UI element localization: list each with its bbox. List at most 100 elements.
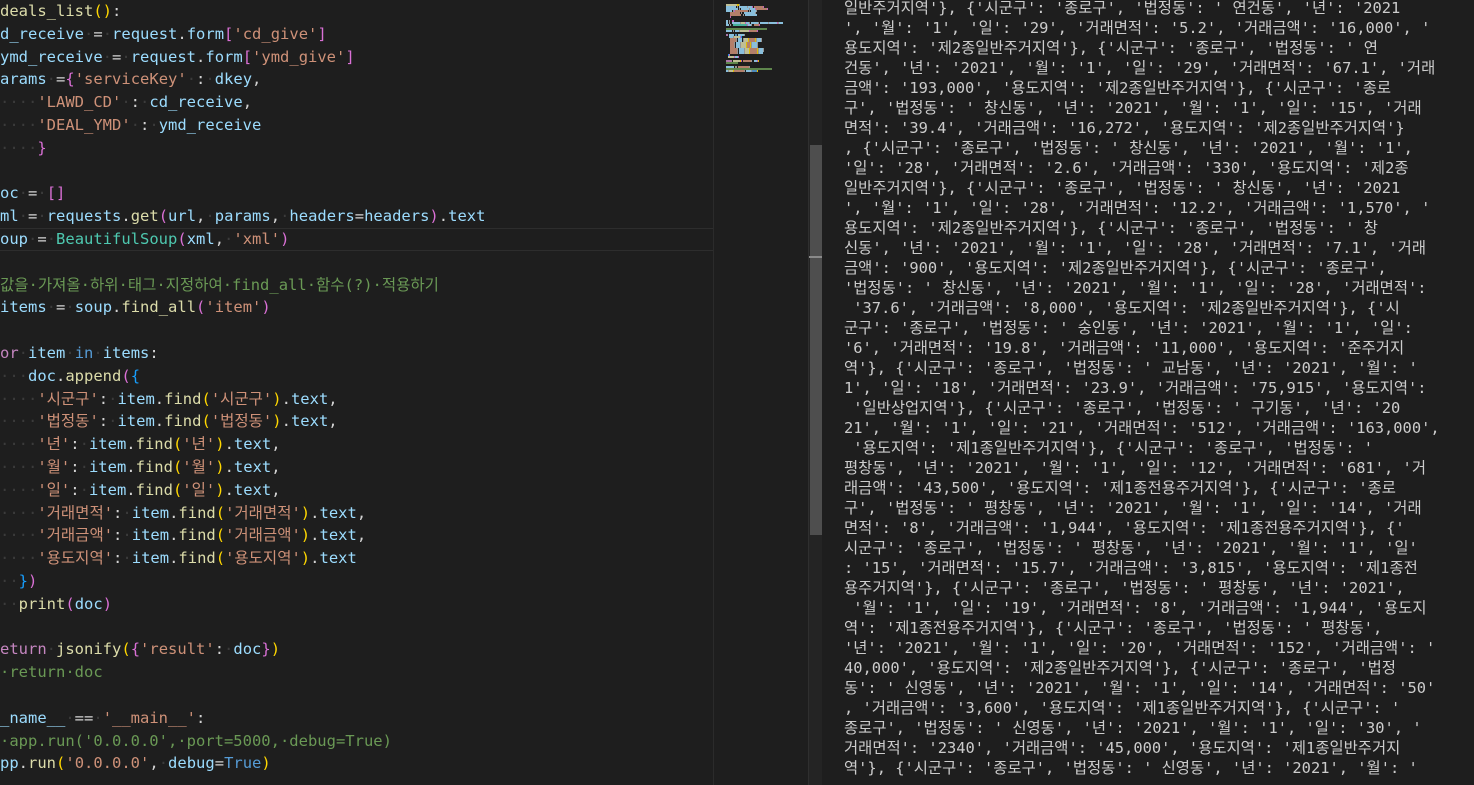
code-token: eturn <box>0 640 47 659</box>
minimap-stroke <box>730 52 737 54</box>
code-token: : <box>140 116 150 134</box>
code-line[interactable]: ····} <box>0 137 47 160</box>
minimap-stroke <box>763 50 765 52</box>
code-token: · <box>37 184 47 203</box>
code-token: . <box>196 47 206 66</box>
code-token: · <box>186 70 197 89</box>
code-token: text <box>448 207 486 226</box>
code-token: item <box>131 503 170 522</box>
code-token: ) <box>300 503 311 522</box>
code-token: form <box>205 47 243 66</box>
code-token: '시군구' <box>37 389 99 408</box>
code-token: · <box>46 640 57 659</box>
code-line[interactable]: deals_list(): <box>0 0 121 23</box>
code-line[interactable]: ml·=·requests.get(url,·params,·headers=h… <box>0 205 485 228</box>
code-token: '월' <box>37 458 71 476</box>
code-line[interactable]: items·=·soup.find_all('item') <box>0 296 271 319</box>
minimap-stroke <box>768 22 777 24</box>
code-token: : <box>214 640 225 659</box>
code-line[interactable]: oc·=·[] <box>0 182 65 205</box>
code-line[interactable]: ····'용도지역':·item.find('용도지역').text <box>0 547 357 570</box>
code-token: '0.0.0.0' <box>65 754 150 773</box>
code-line[interactable]: oup·=·BeautifulSoup(xml,·'xml') <box>0 228 713 251</box>
code-token: in <box>74 344 94 362</box>
code-token: or <box>0 344 19 362</box>
minimap-stroke <box>755 8 767 10</box>
code-token: . <box>56 366 66 385</box>
code-line[interactable]: ·return·doc <box>0 661 103 684</box>
code-token: ( <box>172 458 183 476</box>
code-line[interactable]: ··}) <box>0 570 37 593</box>
code-token: jsonify <box>56 640 122 659</box>
code-line[interactable]: ····'DEAL_YMD'·:·ymd_receive <box>0 114 261 137</box>
minimap-stroke <box>750 30 757 32</box>
code-token: · <box>122 526 132 545</box>
code-line[interactable]: ····'거래금액':·item.find('거래금액').text, <box>0 524 366 547</box>
minimap-stroke <box>740 30 750 32</box>
code-token: } <box>37 138 47 157</box>
code-line[interactable]: ··print(doc) <box>0 593 112 616</box>
code-line[interactable]: ymd_receive·=·request.form['ymd_give'] <box>0 46 355 69</box>
code-line[interactable]: arams·={'serviceKey'·:·dkey, <box>0 68 261 91</box>
code-token: · <box>205 207 215 226</box>
code-line[interactable]: ····'시군구':·item.find('시군구').text, <box>0 388 338 411</box>
code-token: . <box>281 412 291 431</box>
code-token: d_receive <box>0 24 84 43</box>
code-token: ) <box>102 2 113 20</box>
code-token: , <box>328 389 338 408</box>
code-token: = <box>28 207 38 226</box>
code-line[interactable]: d_receive·=·request.form['cd_give'] <box>0 23 327 46</box>
minimap-stroke <box>742 60 752 62</box>
scrollbar-thumb[interactable] <box>810 145 822 535</box>
minimap-stroke <box>726 24 730 26</box>
code-token: · <box>224 640 234 659</box>
code-token: ···· <box>0 138 38 157</box>
code-line[interactable]: ····'년':·item.find('년').text, <box>0 433 281 456</box>
code-token: ( <box>158 207 169 226</box>
code-token: · <box>140 93 150 112</box>
code-line[interactable]: ····'일':·item.find('일').text, <box>0 479 281 502</box>
code-token: item <box>88 458 127 476</box>
code-line[interactable]: ····'법정동':·item.find('법정동').text, <box>0 410 338 433</box>
code-editor[interactable]: deals_list(): d_receive·=·request.form['c… <box>0 0 713 785</box>
code-line[interactable]: ····'월':·item.find('월').text, <box>0 456 281 479</box>
vertical-scrollbar[interactable] <box>808 0 823 785</box>
code-token: soup <box>74 298 113 317</box>
code-token: ] <box>56 184 66 203</box>
minimap-stroke <box>726 30 732 32</box>
minimap-stroke <box>732 24 747 26</box>
code-token: . <box>169 503 179 522</box>
code-line[interactable]: ····'LAWD_CD'·:·cd_receive, <box>0 91 252 114</box>
code-token: = <box>56 298 66 317</box>
code-line[interactable]: ·app.run('0.0.0.0',·port=5000,·debug=Tru… <box>0 730 392 753</box>
code-token: '용도지역' <box>225 549 301 568</box>
code-token: , <box>356 526 367 545</box>
code-token: ) <box>300 549 311 568</box>
minimap-stroke <box>733 70 744 72</box>
minimap[interactable] <box>713 0 809 785</box>
code-token: 'xml' <box>233 230 281 248</box>
code-token: headers <box>289 207 355 226</box>
code-token: deals_list <box>0 2 94 20</box>
code-token: : <box>98 389 109 408</box>
code-token: ·return·doc <box>0 663 103 682</box>
code-token: '일' <box>37 480 71 499</box>
code-token: 'cd_give' <box>233 24 318 43</box>
code-line[interactable]: eturn·jsonify({'result':·doc}) <box>0 638 280 661</box>
code-token: text <box>233 435 272 454</box>
code-token: ] <box>317 24 327 43</box>
code-line[interactable]: 값을·가져올·하위·태그·지정하여·find_all·함수(?)·적용하기 <box>0 274 439 297</box>
code-token: BeautifulSoup <box>56 230 178 248</box>
terminal-output-panel[interactable]: 일반주거지역'}, {'시군구': '종로구', '법정동': ' 연건동', … <box>822 0 1474 785</box>
code-token: url <box>168 207 197 226</box>
code-token: . <box>169 526 179 545</box>
code-line[interactable]: ····'거래면적':·item.find('거래면적').text, <box>0 502 366 525</box>
code-token: arams <box>0 70 47 89</box>
code-line[interactable]: pp.run('0.0.0.0',·debug=True) <box>0 752 271 775</box>
code-token: , <box>271 435 281 454</box>
code-token: doc <box>233 640 262 659</box>
code-token: run <box>28 754 57 773</box>
code-line[interactable]: _name__·==·'__main__': <box>0 707 205 730</box>
code-line[interactable]: or·item·in·items: <box>0 342 159 365</box>
code-line[interactable]: ···doc.append({ <box>0 365 140 388</box>
